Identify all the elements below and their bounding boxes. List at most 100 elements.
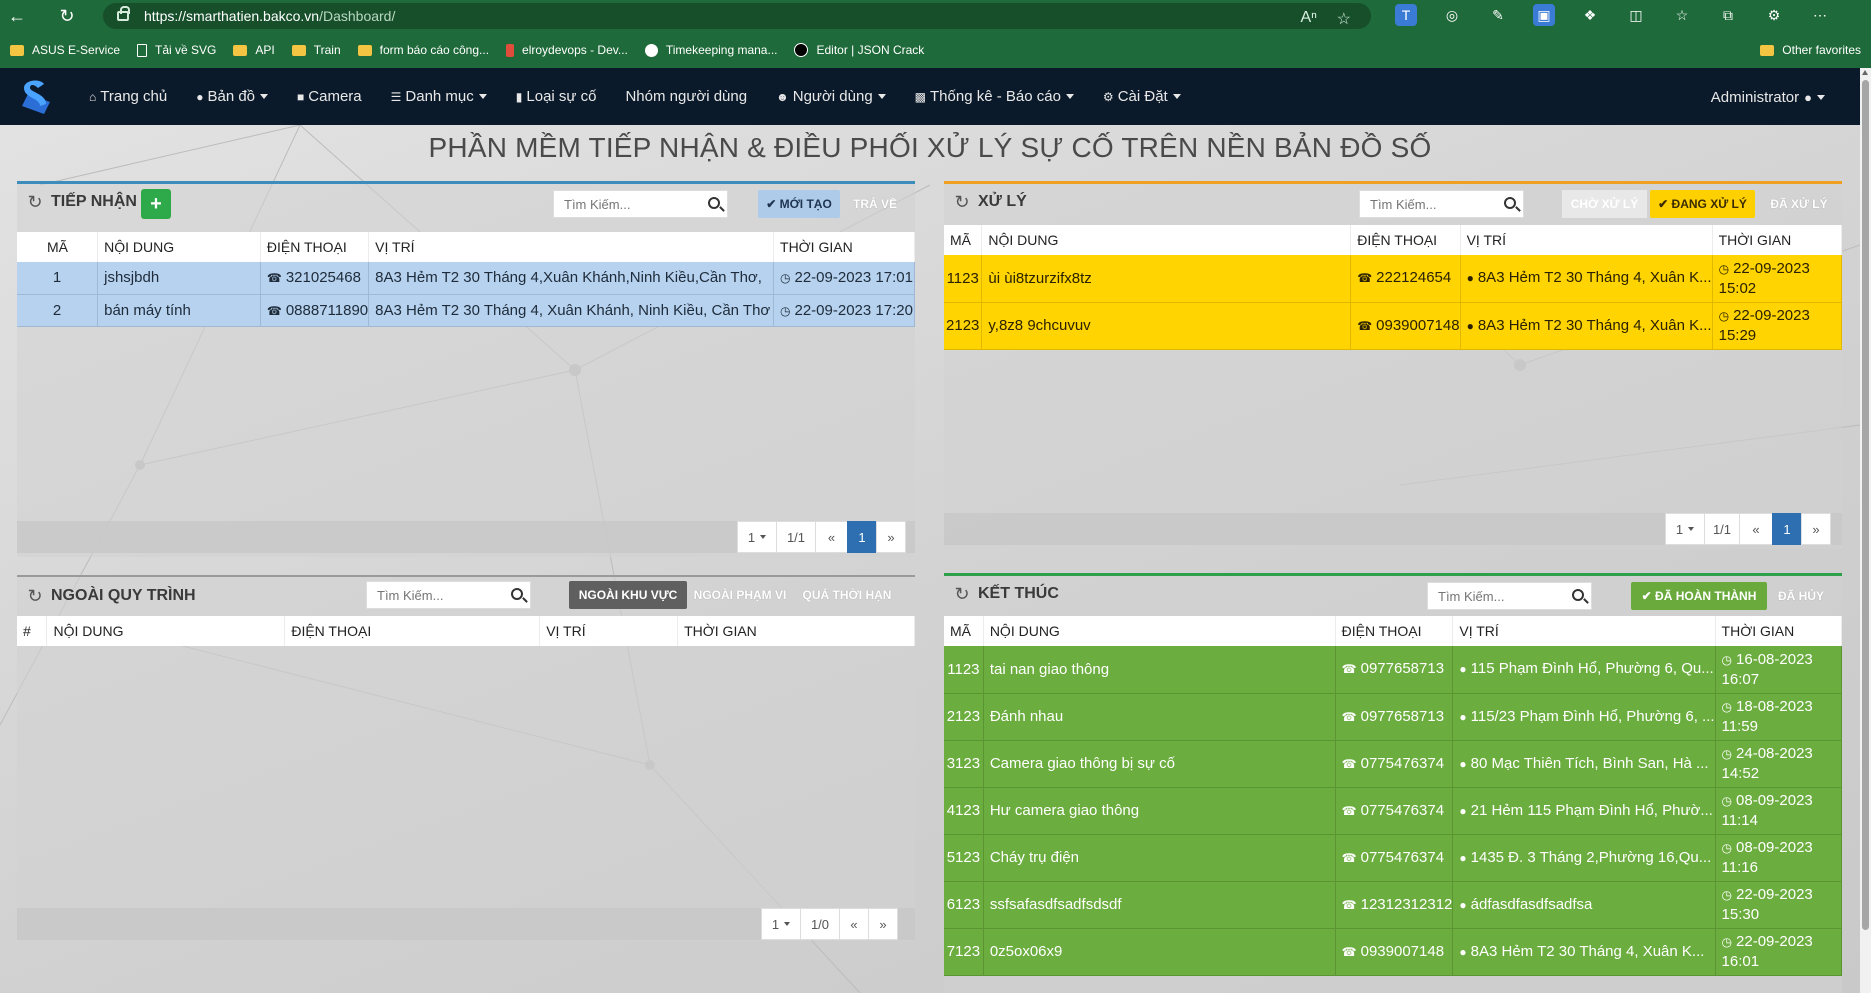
column-header[interactable]: ĐIỆN THOẠI xyxy=(1350,225,1461,255)
nav-users[interactable]: ☻ Người dùng xyxy=(776,88,886,105)
tab-ngoai-khu-vuc[interactable]: NGOÀI KHU VỰC xyxy=(569,581,687,609)
column-header[interactable]: THỜI GIAN xyxy=(677,616,915,646)
table-row[interactable]: 2123 Đánh nhau ☎ 0977658713 ● 115/23 Phạm … xyxy=(944,693,1843,741)
column-header[interactable]: VỊ TRÍ xyxy=(368,232,775,262)
tab-qua-thoi-han[interactable]: QUÁ THỜI HẠN xyxy=(797,581,897,609)
table-row[interactable]: 4123 Hư camera giao thông ☎ 0775476374 ● 2… xyxy=(944,787,1843,835)
search-input[interactable] xyxy=(1359,190,1524,218)
search-icon[interactable] xyxy=(708,197,720,209)
nav-reports[interactable]: ▩ Thống kê - Báo cáo xyxy=(915,88,1074,105)
bookmark-item[interactable]: Train xyxy=(291,43,341,57)
extension-circle-icon[interactable]: ◎ xyxy=(1441,4,1463,26)
reload-icon[interactable]: ↻ xyxy=(50,0,84,32)
scroll-up-icon[interactable] xyxy=(1862,70,1868,75)
nav-camera[interactable]: ■ Camera xyxy=(297,88,362,105)
column-header[interactable]: THỜI GIAN xyxy=(1715,616,1843,646)
read-aloud-icon[interactable]: Aⁿ xyxy=(1300,9,1317,27)
page-button[interactable]: 1 xyxy=(1772,513,1802,545)
tab-da-xu-ly[interactable]: ĐÃ XỬ LÝ xyxy=(1759,190,1839,218)
bookmark-item[interactable]: Timekeeping mana... xyxy=(644,43,777,57)
search-field[interactable] xyxy=(1360,191,1523,217)
refresh-icon[interactable]: ↻ xyxy=(25,192,45,212)
column-header[interactable]: NỘI DUNG xyxy=(46,616,286,646)
refresh-icon[interactable]: ↻ xyxy=(25,586,45,606)
media-icon[interactable]: ▣ xyxy=(1533,4,1555,26)
tab-da-hoan-thanh[interactable]: ✔ ĐÃ HOÀN THÀNH xyxy=(1631,582,1767,610)
bookmark-item[interactable]: form báo cáo công... xyxy=(357,43,489,57)
table-row[interactable]: 2123 y,8z8 9chcuvuv ☎ 0939007148 ● 8A3 Hẻm… xyxy=(944,302,1843,350)
tab-ngoai-pham-vi[interactable]: NGOÀI PHẠM VI xyxy=(690,581,790,609)
nav-map[interactable]: ● Bản đồ xyxy=(196,88,269,105)
nav-catalog[interactable]: ☰ Danh mục xyxy=(391,88,487,105)
tab-cho-xu-ly[interactable]: CHỜ XỬ LÝ xyxy=(1562,190,1647,218)
column-header[interactable]: VỊ TRÍ xyxy=(1452,616,1716,646)
profile-icon[interactable]: ⚙ xyxy=(1763,4,1785,26)
nav-incident-type[interactable]: ▮ Loại sự cố xyxy=(516,88,597,105)
search-field[interactable] xyxy=(554,191,727,217)
table-row[interactable]: 1 jshsjbdh ☎ 321025468 8A3 Hẻm T2 30 Thán… xyxy=(17,262,915,295)
table-row[interactable]: 6123 ssfsafasdfsadfsdsdf ☎ 12312312312 ● á… xyxy=(944,881,1843,929)
column-header[interactable]: NỘI DUNG xyxy=(97,232,261,262)
admin-menu[interactable]: Administrator ● xyxy=(1711,89,1825,106)
prev-page-icon[interactable]: « xyxy=(839,908,869,940)
search-input[interactable] xyxy=(366,581,531,609)
column-header[interactable]: MÃ xyxy=(17,232,99,262)
column-header[interactable]: VỊ TRÍ xyxy=(1460,225,1713,255)
tab-moi-tao[interactable]: ✔ MỚI TẠO xyxy=(758,190,840,218)
tab-da-huy[interactable]: ĐÃ HỦY xyxy=(1771,582,1831,610)
back-icon[interactable]: ← xyxy=(0,0,34,32)
favorite-star-icon[interactable]: ☆ xyxy=(1337,9,1351,29)
next-page-icon[interactable]: » xyxy=(876,521,906,553)
search-field[interactable] xyxy=(367,582,530,608)
table-row[interactable]: 7123 0z5ox06x9 ☎ 0939007148 ● 8A3 Hẻm T2 3… xyxy=(944,928,1843,976)
page-button[interactable]: 1 xyxy=(847,521,877,553)
pen-icon[interactable]: ✎ xyxy=(1487,4,1509,26)
search-icon[interactable] xyxy=(1504,197,1516,209)
page-size-select[interactable]: 1 xyxy=(737,521,777,553)
table-row[interactable]: 3123 Camera giao thông bị sự cố ☎ 0775476… xyxy=(944,740,1843,788)
column-header[interactable]: MÃ xyxy=(944,225,983,255)
prev-page-icon[interactable]: « xyxy=(815,521,848,553)
page-size-select[interactable]: 1 xyxy=(1665,513,1705,545)
table-row[interactable]: 5123 Cháy trụ điện ☎ 0775476374 ● 1435 Đ. … xyxy=(944,834,1843,882)
table-row[interactable]: 1123 ùi ùi8tzurzifx8tz ☎ 222124654 ● 8A3 H… xyxy=(944,255,1843,303)
column-header[interactable]: ĐIỆN THOẠI xyxy=(260,232,370,262)
next-page-icon[interactable]: » xyxy=(868,908,898,940)
bookmark-item[interactable]: Editor | JSON Crack xyxy=(794,43,924,57)
nav-home[interactable]: ⌂ Trang chủ xyxy=(89,88,167,105)
column-header[interactable]: VỊ TRÍ xyxy=(539,616,679,646)
favorites-icon[interactable]: ☆ xyxy=(1671,4,1693,26)
search-input[interactable] xyxy=(553,190,728,218)
puzzle-icon[interactable]: ❖ xyxy=(1579,4,1601,26)
translate-icon[interactable]: T xyxy=(1395,4,1417,26)
bookmark-item[interactable]: elroydevops - Dev... xyxy=(506,43,628,57)
nav-user-group[interactable]: Nhóm người dùng xyxy=(625,88,747,105)
refresh-icon[interactable]: ↻ xyxy=(952,192,972,212)
page-size-select[interactable]: 1 xyxy=(761,908,801,940)
tab-tra-ve[interactable]: TRẢ VỀ xyxy=(845,190,905,218)
column-header[interactable]: NỘI DUNG xyxy=(983,616,1336,646)
page-scrollbar[interactable] xyxy=(1860,68,1871,993)
search-input[interactable] xyxy=(1427,582,1592,610)
nav-settings[interactable]: ⚙ Cài Đặt xyxy=(1103,88,1181,105)
refresh-icon[interactable]: ↻ xyxy=(952,584,972,604)
table-row[interactable]: 2 bán máy tính ☎ 0888711890 8A3 Hẻm T2 30… xyxy=(17,294,915,327)
prev-page-icon[interactable]: « xyxy=(1739,513,1773,545)
scrollbar-thumb[interactable] xyxy=(1862,80,1869,930)
bookmark-item[interactable]: API xyxy=(233,43,275,57)
bookmark-item[interactable]: Tải về SVG xyxy=(137,43,216,57)
table-row[interactable]: 1123 tai nan giao thông ☎ 0977658713 ● 115… xyxy=(944,646,1843,694)
column-header[interactable]: MÃ xyxy=(944,616,984,646)
column-header[interactable]: THỜI GIAN xyxy=(773,232,915,262)
search-icon[interactable] xyxy=(511,588,523,600)
next-page-icon[interactable]: » xyxy=(1801,513,1831,545)
collections-icon[interactable]: ⧉ xyxy=(1717,4,1739,26)
search-icon[interactable] xyxy=(1572,589,1584,601)
tab-dang-xu-ly[interactable]: ✔ ĐANG XỬ LÝ xyxy=(1650,190,1755,218)
bookmark-item[interactable]: ASUS E-Service xyxy=(10,43,120,57)
column-header[interactable]: ĐIỆN THOẠI xyxy=(1335,616,1454,646)
more-icon[interactable]: ⋯ xyxy=(1809,4,1831,26)
column-header[interactable]: THỜI GIAN xyxy=(1712,225,1843,255)
address-bar[interactable]: https://smarthatien.bakco.vn/Dashboard/ … xyxy=(103,3,1371,29)
column-header[interactable]: ĐIỆN THOẠI xyxy=(284,616,541,646)
